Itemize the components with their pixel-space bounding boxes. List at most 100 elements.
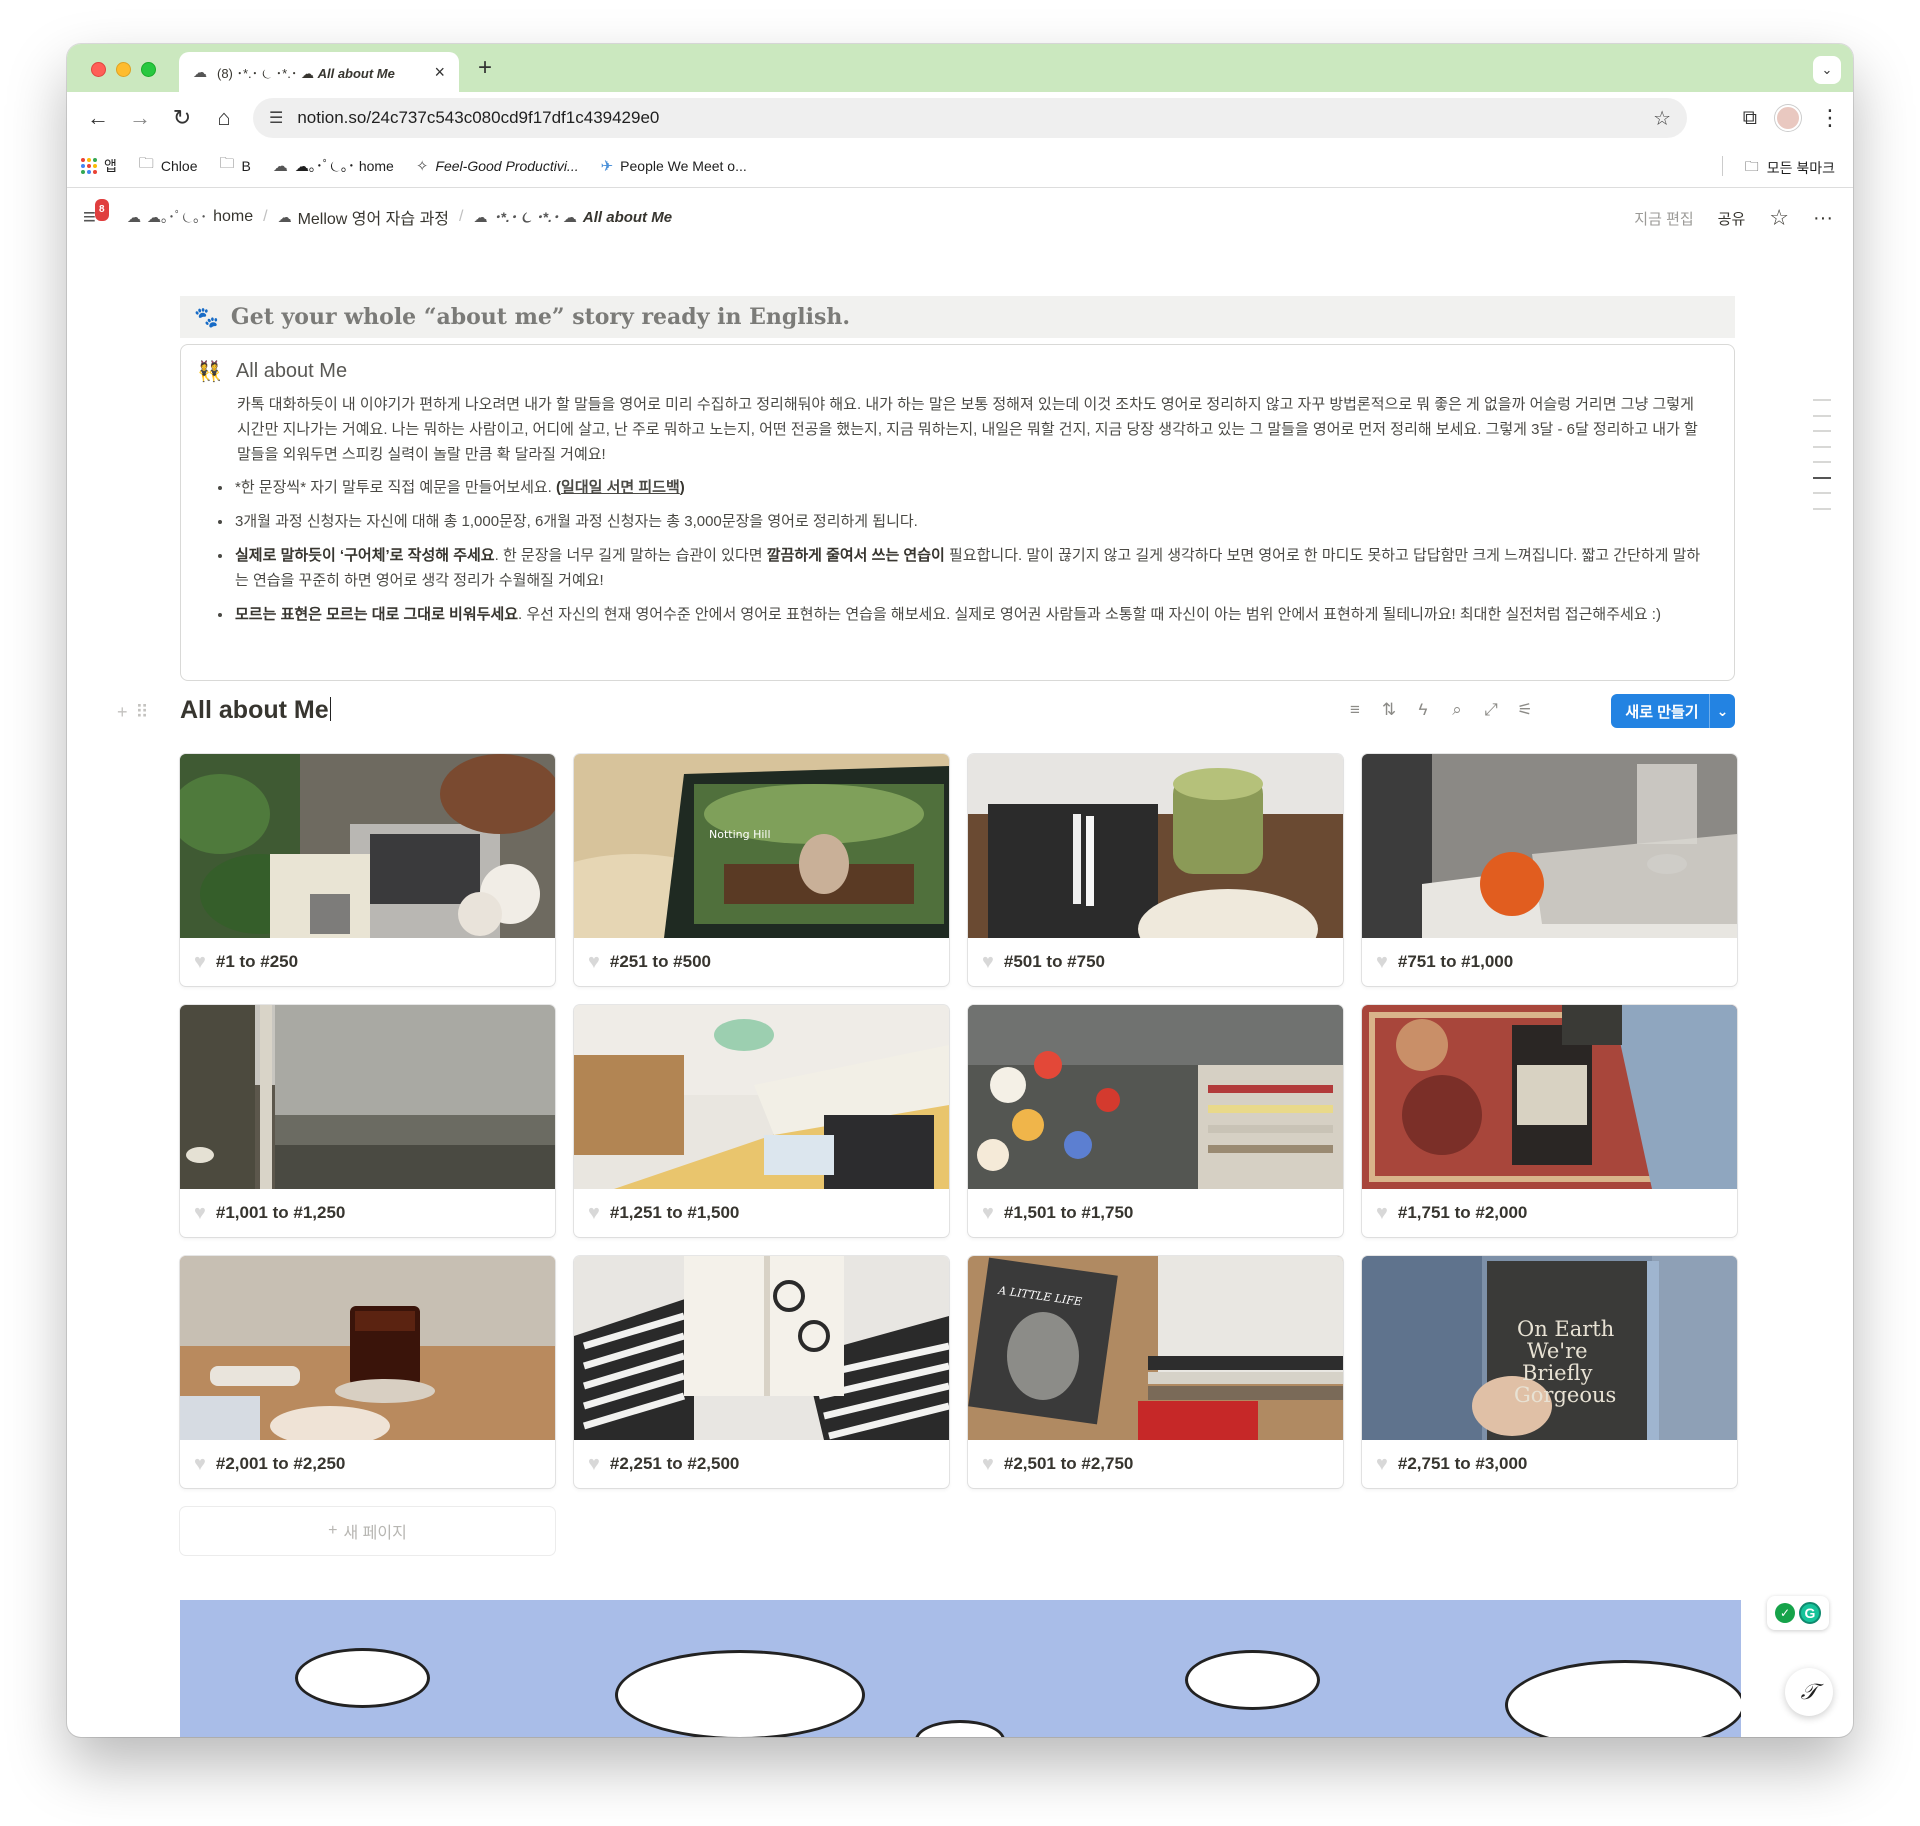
bookmark-folder-chloe[interactable]: 🗀 Chloe [139,153,198,178]
outline-mark[interactable] [1813,414,1831,417]
minimize-window-button[interactable] [116,62,131,77]
card-caption: ♥ #2,001 to #2,250 [180,1440,555,1488]
address-bar[interactable]: ☰ notion.so/24c737c543c080cd9f17df1c4394… [253,98,1687,138]
gallery-card[interactable]: ♥ #2,001 to #2,250 [180,1256,555,1488]
bookmark-star-icon[interactable]: ☆ [1653,106,1671,131]
about-me-callout[interactable]: 👯 All about Me 카톡 대화하듯이 내 이야기가 편하게 나오려면 … [180,344,1735,681]
all-bookmarks[interactable]: 🗀 모든 북마크 [1745,156,1835,180]
outline-mark[interactable] [1813,476,1831,479]
cover-text: Briefly [1522,1361,1593,1385]
gallery-card[interactable]: On Earth We're Briefly Gorgeous ♥ #2,751 to … [1362,1256,1737,1488]
tab-search-button[interactable]: ⌄ [1813,56,1841,84]
outline-mark[interactable] [1813,399,1831,401]
gallery-card[interactable]: ♥ #1 to #250 [180,754,555,986]
new-button[interactable]: 새로 만들기 ⌄ [1611,694,1735,728]
bullet-bold: ) [679,479,685,496]
maximize-window-button[interactable] [141,62,156,77]
close-window-button[interactable] [91,62,106,77]
new-tab-button[interactable]: + [469,52,501,84]
share-button[interactable]: 공유 [1718,208,1746,229]
card-title: #1 to #250 [215,952,299,971]
people-icon: 👯 [197,361,222,383]
notion-deco-icon: ☁ [193,63,207,80]
browser-toolbar: ← → ↻ ⌂ ☰ notion.so/24c737c543c080cd9f17… [67,92,1853,144]
bookmark-separator [1722,156,1723,176]
site-info-icon[interactable]: ☰ [269,108,283,128]
callout-title-block[interactable]: 🐾 Get your whole “about me” story ready … [180,296,1735,338]
sidebar-menu-icon[interactable]: ≡ 8 [83,199,109,228]
sparkle-icon: ✧ [415,157,429,175]
gallery-card[interactable]: ♥ #1,251 to #1,500 [574,1005,949,1237]
block-handle-icon[interactable]: +⠿ [117,702,157,723]
card-title: #1,001 to #1,250 [215,1203,346,1222]
breadcrumb-home[interactable]: ☁ ☁︎｡･ﾟ⏾｡･ home [127,207,253,227]
card-cover-image [968,754,1343,938]
settings-icon[interactable]: ⚟ [1515,700,1535,720]
search-icon[interactable]: ⌕ [1447,700,1467,720]
bullet-bold: 깔끔하게 줄여서 쓰는 연습이 [766,547,945,564]
breadcrumb-current[interactable]: ☁ ･*.･ ⏾ ･*.･ ☁︎ All about Me [473,207,672,227]
outline-mark[interactable] [1813,507,1831,510]
heart-icon: ♥ [194,1452,206,1475]
breadcrumb-label: home [213,208,254,225]
cover-text: We're [1527,1339,1588,1363]
feedback-link[interactable]: 일대일 서면 피드백 [561,479,680,496]
gallery-card[interactable]: ♥ #1,501 to #1,750 [968,1005,1343,1237]
back-button[interactable]: ← [77,98,119,138]
bullet-text: 3개월 과정 신청자는 자신에 대해 총 1,000문장, 6개월 과정 신청자… [235,513,918,530]
url-text[interactable]: notion.so/24c737c543c080cd9f17df1c439429… [297,108,1653,128]
reload-button[interactable]: ↻ [161,98,203,138]
outline-mark[interactable] [1813,445,1831,448]
expand-icon[interactable]: ⤢ [1481,700,1501,720]
browser-menu-icon[interactable]: ⋮ [1819,105,1841,131]
gallery-card[interactable]: Notting Hill ♥ #251 to #500 [574,754,949,986]
forward-button[interactable]: → [119,98,161,138]
grammarly-icon[interactable]: G [1799,1602,1821,1624]
gallery-card[interactable]: A LITTLE LIFE ♥ #2,501 to #2,750 [968,1256,1343,1488]
profile-avatar[interactable] [1775,105,1801,131]
new-page-button[interactable]: + 새 페이지 [180,1507,555,1555]
notion-deco-icon: ☁ [277,208,292,225]
gallery-card[interactable]: ♥ #1,001 to #1,250 [180,1005,555,1237]
new-button-label: 새로 만들기 [1625,703,1699,721]
outline-mark[interactable] [1813,430,1831,432]
card-cover-image [968,1005,1343,1189]
gallery-card[interactable]: ♥ #501 to #750 [968,754,1343,986]
card-cover-image [574,1005,949,1189]
close-tab-icon[interactable]: × [434,62,445,83]
notion-ai-button[interactable]: 𝒯 [1785,1668,1833,1716]
callout-header: 👯 All about Me [197,359,1706,384]
more-options-icon[interactable]: ··· [1813,207,1833,230]
outline-mark[interactable] [1813,492,1831,494]
notion-deco-icon: ☁ [272,157,288,175]
filter-icon[interactable]: ≡ [1345,700,1365,720]
assistant-widget[interactable]: ✓ G [1767,1596,1829,1630]
lightbulb-icon[interactable]: ✓ [1775,1603,1795,1623]
bullet-bold: 실제로 말하듯이 ‘구어체’로 작성해 주세요 [235,547,495,564]
card-title: #1,501 to #1,750 [1003,1203,1134,1222]
card-cover-image [574,1256,949,1440]
breadcrumb-separator: / [459,208,464,225]
bookmark-feel-good[interactable]: ✧ Feel-Good Productivi... [416,157,579,175]
home-button[interactable]: ⌂ [203,98,245,138]
bookmark-label: Feel-Good Productivi... [435,157,579,174]
breadcrumb-course[interactable]: ☁ Mellow 영어 자습 과정 [278,205,449,229]
bookmark-home[interactable]: ☁ ☁︎｡･ﾟ⏾｡･ home [273,156,394,176]
bullet-item: 3개월 과정 신청자는 자신에 대해 총 1,000문장, 6개월 과정 신청자… [233,509,1706,534]
gallery-card[interactable]: ♥ #751 to #1,000 [1362,754,1737,986]
extensions-icon[interactable]: ⧉ [1743,107,1757,130]
bookmark-apps[interactable]: 앱 [81,156,117,176]
gallery-card[interactable]: ♥ #1,751 to #2,000 [1362,1005,1737,1237]
database-title[interactable]: All about Me [180,696,331,725]
chevron-down-icon[interactable]: ⌄ [1709,694,1735,728]
bookmark-folder-b[interactable]: 🗀 B [220,153,251,178]
page-outline[interactable] [1813,399,1831,510]
favorite-star-icon[interactable]: ☆ [1769,205,1789,231]
browser-tab-active[interactable]: ☁ (8) ･*.･ ⏾ ･*.･ ☁︎ All about Me × [179,52,459,92]
automation-icon[interactable]: ϟ [1413,700,1433,720]
sort-icon[interactable]: ⇅ [1379,700,1399,720]
bookmark-people[interactable]: ✈ People We Meet o... [601,157,747,175]
gallery-card[interactable]: ♥ #2,251 to #2,500 [574,1256,949,1488]
card-caption: ♥ #2,751 to #3,000 [1362,1440,1737,1488]
outline-mark[interactable] [1813,461,1831,463]
